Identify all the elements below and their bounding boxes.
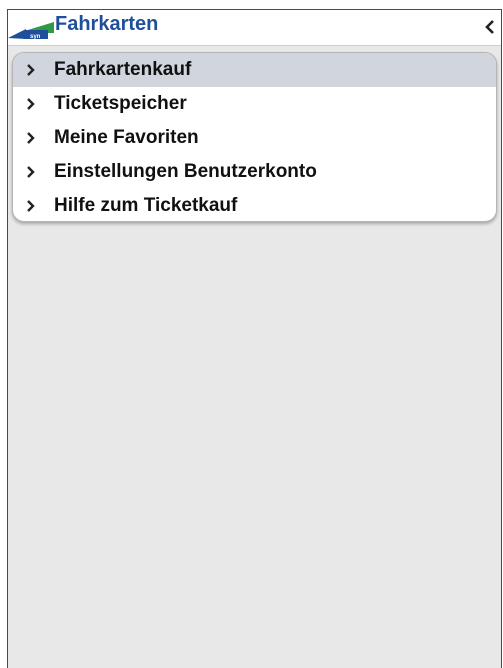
menu-item-meine-favoriten[interactable]: Meine Favoriten [13, 121, 496, 155]
menu-item-label: Ticketspeicher [54, 93, 187, 114]
menu-item-einstellungen-benutzerkonto[interactable]: Einstellungen Benutzerkonto [13, 155, 496, 189]
ticket-menu: Fahrkartenkauf Ticketspeicher Meine Favo… [12, 52, 497, 222]
chevron-right-icon [27, 132, 35, 144]
menu-item-hilfe-zum-ticketkauf[interactable]: Hilfe zum Ticketkauf [13, 189, 496, 221]
chevron-right-icon [27, 64, 35, 76]
page-title: Fahrkarten [55, 13, 159, 35]
transit-logo-icon: syn [8, 22, 54, 40]
menu-item-fahrkartenkauf[interactable]: Fahrkartenkauf [13, 53, 496, 87]
header-bar: syn Fahrkarten [8, 9, 501, 46]
app-window: syn Fahrkarten Fahrkartenkauf Ticketspei… [7, 9, 502, 668]
menu-item-ticketspeicher[interactable]: Ticketspeicher [13, 87, 496, 121]
menu-item-label: Hilfe zum Ticketkauf [54, 195, 238, 216]
menu-item-label: Einstellungen Benutzerkonto [54, 161, 317, 182]
menu-item-label: Meine Favoriten [54, 127, 199, 148]
svg-text:syn: syn [30, 34, 41, 40]
menu-item-label: Fahrkartenkauf [54, 59, 192, 80]
chevron-left-icon[interactable] [481, 16, 499, 38]
chevron-right-icon [27, 200, 35, 212]
chevron-right-icon [27, 166, 35, 178]
chevron-right-icon [27, 98, 35, 110]
